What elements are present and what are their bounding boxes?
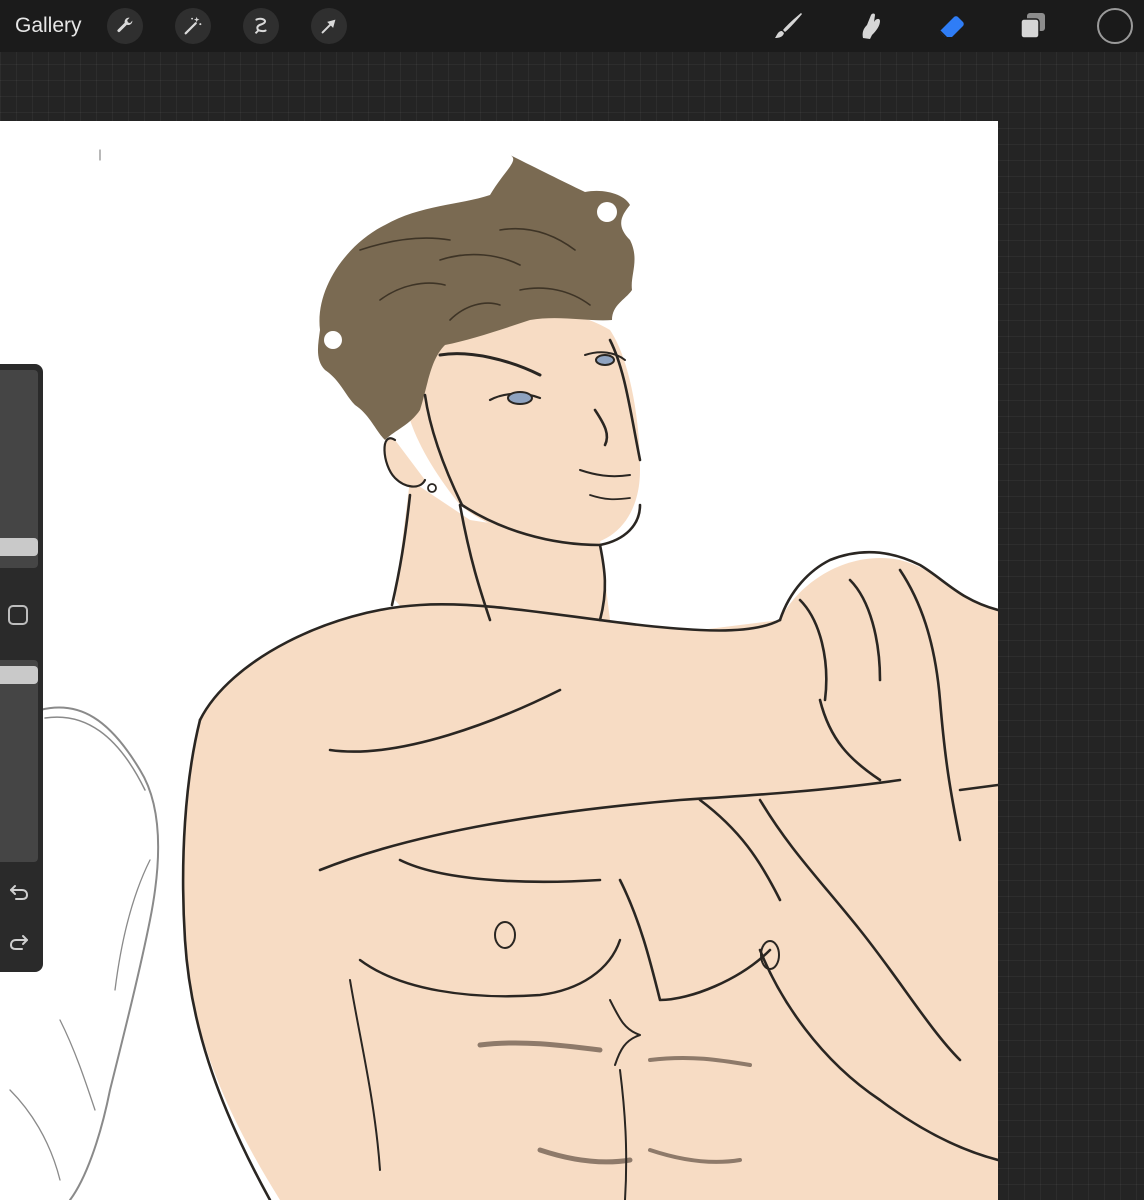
artwork <box>9 149 998 1200</box>
side-toolbar <box>0 364 43 972</box>
skin-fill <box>183 309 998 1200</box>
brush-size-slider[interactable] <box>0 370 38 568</box>
top-toolbar: Gallery <box>0 0 1144 52</box>
opacity-thumb[interactable] <box>0 666 38 684</box>
wrench-icon <box>117 17 133 33</box>
modify-square-icon[interactable] <box>8 605 28 625</box>
brush-size-thumb[interactable] <box>0 538 38 556</box>
gallery-button[interactable]: Gallery <box>15 12 82 40</box>
layers-button[interactable] <box>1014 7 1052 45</box>
smudge-icon <box>862 13 880 39</box>
brush-button[interactable] <box>769 7 807 45</box>
opacity-slider[interactable] <box>0 660 38 862</box>
adjustments-button[interactable] <box>175 8 211 44</box>
layers-icon <box>1020 13 1045 39</box>
magic-wand-icon <box>184 16 202 35</box>
smudge-button[interactable] <box>851 7 889 45</box>
color-picker-button[interactable] <box>1097 8 1133 44</box>
redo-icon[interactable] <box>7 930 31 954</box>
selection-icon <box>254 17 267 34</box>
transform-button[interactable] <box>311 8 347 44</box>
drawing-canvas[interactable] <box>0 121 998 1200</box>
eraser-icon <box>939 16 964 39</box>
brush-icon <box>775 13 802 38</box>
actions-button[interactable] <box>107 8 143 44</box>
eraser-button[interactable] <box>932 7 970 45</box>
transform-arrow-icon <box>321 19 336 34</box>
undo-icon[interactable] <box>7 880 31 904</box>
selection-button[interactable] <box>243 8 279 44</box>
